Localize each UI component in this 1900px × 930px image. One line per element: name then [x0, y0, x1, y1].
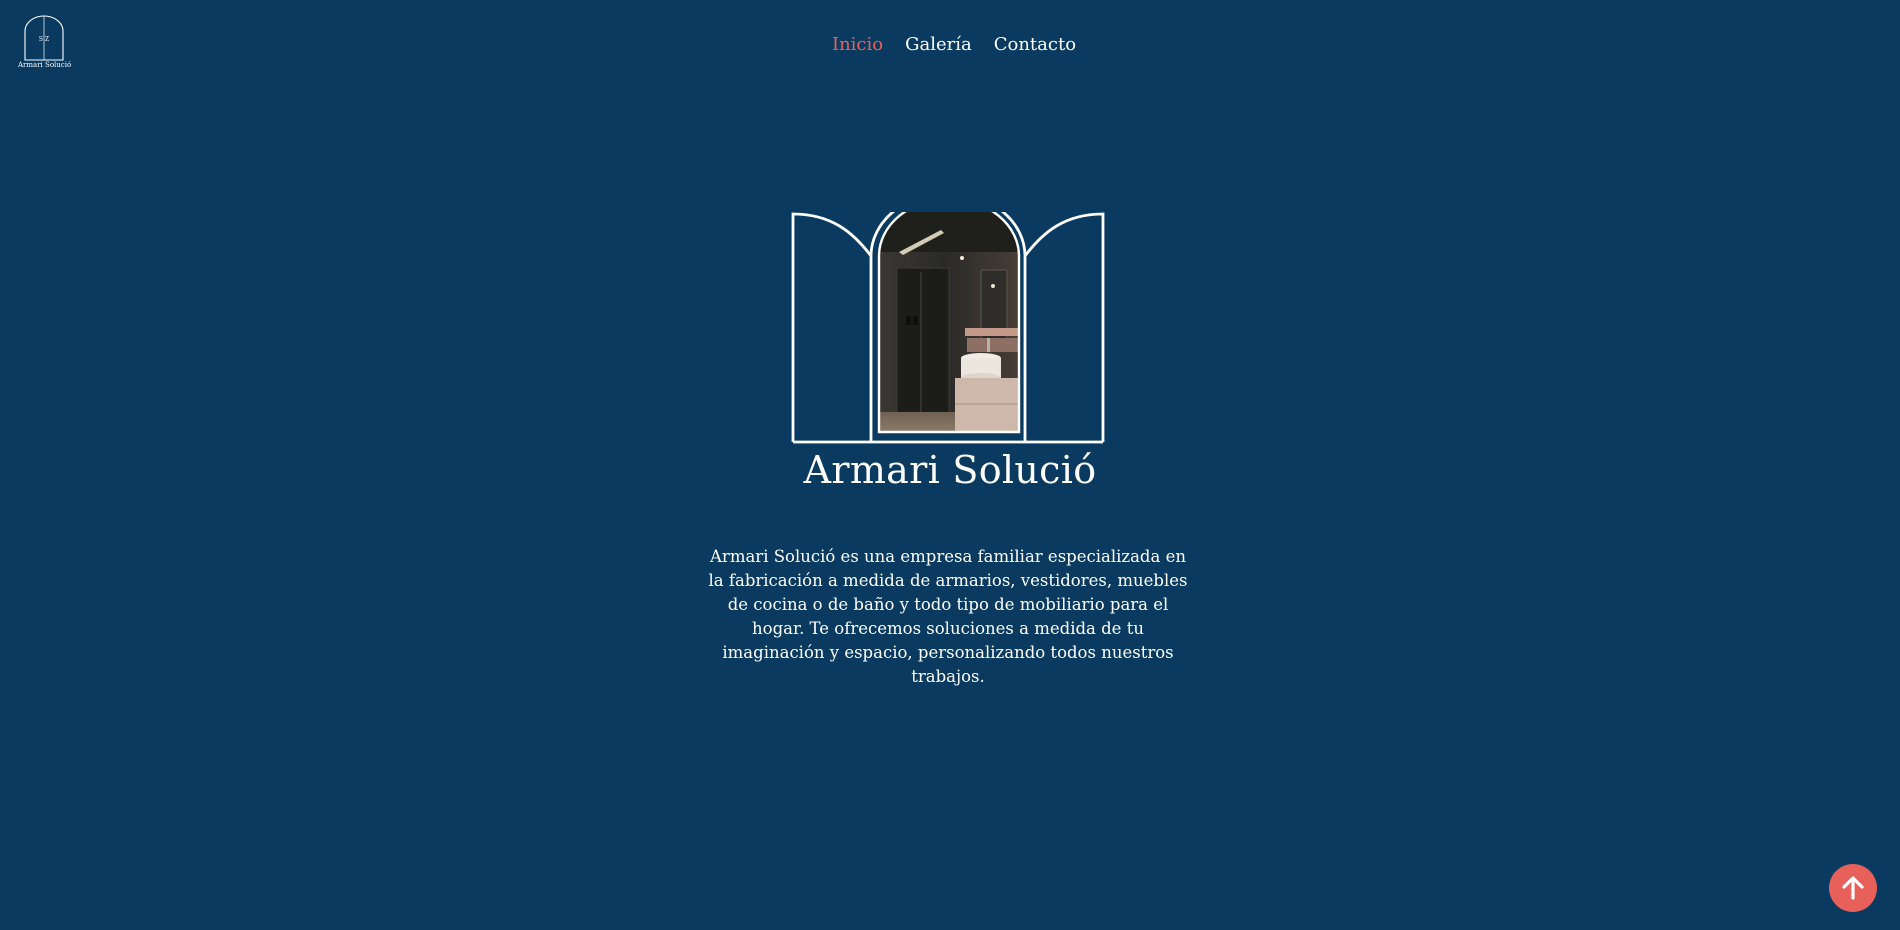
logo-caption: Armari Solució [18, 61, 72, 69]
scroll-to-top-button[interactable] [1829, 864, 1877, 912]
main-nav: Inicio Galería Contacto [0, 30, 1900, 60]
nav-contacto[interactable]: Contacto [994, 30, 1076, 60]
bathroom-photo [879, 212, 1019, 432]
page: S Z Armari Solució Inicio Galería Contac… [0, 0, 1900, 930]
nav-galeria[interactable]: Galería [905, 30, 972, 60]
nav-inicio[interactable]: Inicio [832, 30, 883, 60]
brand-title: Armari Solució [803, 448, 1097, 492]
hero-illustration [791, 212, 1105, 444]
intro-paragraph: Armari Solució es una empresa familiar e… [708, 547, 1188, 686]
arrow-up-icon [1842, 876, 1864, 900]
